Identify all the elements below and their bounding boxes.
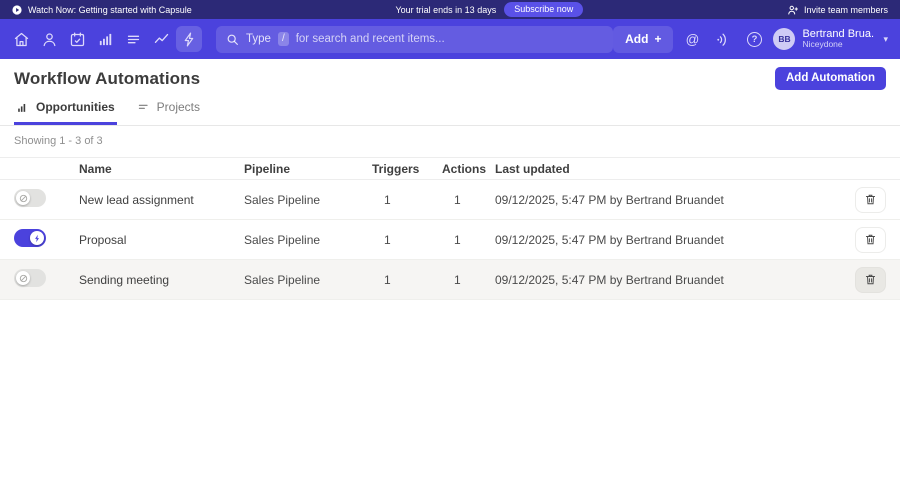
broadcast-icon <box>713 28 734 49</box>
quick-add-label: Add <box>625 32 648 46</box>
trial-banner: Watch Now: Getting started with Capsule … <box>0 0 900 19</box>
automation-name: Sending meeting <box>79 273 244 287</box>
delete-automation-button[interactable] <box>855 267 886 293</box>
automation-pipeline: Sales Pipeline <box>244 233 372 247</box>
nav-item-people[interactable] <box>36 26 62 52</box>
at-icon: @ <box>686 32 700 47</box>
automation-triggers: 1 <box>372 273 442 287</box>
automation-toggle[interactable] <box>14 229 46 247</box>
col-header-actions: Actions <box>442 162 495 176</box>
invite-team-button[interactable]: Invite team members <box>787 4 888 16</box>
slash-key-badge: / <box>278 32 289 46</box>
automation-name: New lead assignment <box>79 193 244 207</box>
automation-last-updated: 09/12/2025, 5:47 PM by Bertrand Bruandet <box>495 273 833 287</box>
trash-icon <box>864 193 877 206</box>
automation-name: Proposal <box>79 233 244 247</box>
plus-icon: + <box>654 32 661 46</box>
tab-label: Projects <box>157 100 200 114</box>
watch-now-label: Watch Now: Getting started with Capsule <box>28 5 192 15</box>
play-icon <box>12 5 22 15</box>
list-icon <box>137 101 150 114</box>
nav-item-sales-analytics[interactable] <box>92 26 118 52</box>
automation-last-updated: 09/12/2025, 5:47 PM by Bertrand Bruandet <box>495 233 833 247</box>
nav-item-calendar[interactable] <box>64 26 90 52</box>
automation-triggers: 1 <box>372 233 442 247</box>
calendar-check-icon <box>69 31 86 48</box>
automation-toggle[interactable] <box>14 189 46 207</box>
delete-automation-button[interactable] <box>855 227 886 253</box>
toggle-knob <box>16 191 30 205</box>
watch-now-link[interactable]: Watch Now: Getting started with Capsule <box>12 5 192 15</box>
search-input[interactable]: Type / for search and recent items... <box>216 26 613 53</box>
subscribe-now-button[interactable]: Subscribe now <box>504 2 583 17</box>
search-type-label: Type <box>246 33 271 45</box>
col-header-triggers: Triggers <box>372 162 442 176</box>
nav-item-opportunities[interactable] <box>148 26 174 52</box>
col-header-pipeline: Pipeline <box>244 162 372 176</box>
search-icon <box>226 33 239 46</box>
table-row[interactable]: Proposal Sales Pipeline 1 1 09/12/2025, … <box>0 220 900 260</box>
avatar: BB <box>773 28 795 50</box>
bar-chart-icon <box>16 101 29 114</box>
tab-label: Opportunities <box>36 100 115 114</box>
home-icon <box>13 31 30 48</box>
automation-actions: 1 <box>442 273 495 287</box>
col-header-name: Name <box>79 162 244 176</box>
col-header-last-updated: Last updated <box>495 162 833 176</box>
showing-count: Showing 1 - 3 of 3 <box>0 126 900 154</box>
app-window: Watch Now: Getting started with Capsule … <box>0 0 900 484</box>
lightning-icon <box>181 31 198 48</box>
nav-item-automations[interactable] <box>176 26 202 52</box>
table-row[interactable]: Sending meeting Sales Pipeline 1 1 09/12… <box>0 260 900 300</box>
table-header: Name Pipeline Triggers Actions Last upda… <box>0 157 900 180</box>
add-automation-button[interactable]: Add Automation <box>775 67 886 90</box>
nav-item-home[interactable] <box>8 26 34 52</box>
person-plus-icon <box>787 4 799 16</box>
bar-chart-icon <box>97 31 114 48</box>
disabled-icon <box>19 274 28 283</box>
toggle-knob <box>30 231 44 245</box>
automation-triggers: 1 <box>372 193 442 207</box>
quick-add-button[interactable]: Add + <box>613 26 673 53</box>
automation-actions: 1 <box>442 193 495 207</box>
nav-item-lists[interactable] <box>120 26 146 52</box>
user-org: Niceydone <box>802 40 874 50</box>
trash-icon <box>864 233 877 246</box>
automation-pipeline: Sales Pipeline <box>244 273 372 287</box>
trial-countdown-text: Your trial ends in 13 days <box>395 5 496 15</box>
automation-toggle[interactable] <box>14 269 46 287</box>
table-row[interactable]: New lead assignment Sales Pipeline 1 1 0… <box>0 180 900 220</box>
user-info: Bertrand Brua... Niceydone <box>802 28 874 50</box>
mentions-button[interactable]: @ <box>680 27 704 51</box>
page-title: Workflow Automations <box>14 69 200 89</box>
automation-pipeline: Sales Pipeline <box>244 193 372 207</box>
automation-actions: 1 <box>442 233 495 247</box>
tab-projects[interactable]: Projects <box>135 98 202 125</box>
page-header: Workflow Automations Add Automation <box>0 59 900 90</box>
person-icon <box>41 31 58 48</box>
toggle-knob <box>16 271 30 285</box>
help-button[interactable]: ? <box>742 27 766 51</box>
automation-last-updated: 09/12/2025, 5:47 PM by Bertrand Bruandet <box>495 193 833 207</box>
disabled-icon <box>19 194 28 203</box>
tab-bar: Opportunities Projects <box>0 90 900 126</box>
search-placeholder: for search and recent items... <box>296 33 445 45</box>
main-navbar: Type / for search and recent items... Ad… <box>0 19 900 59</box>
list-icon <box>125 31 142 48</box>
broadcast-button[interactable] <box>711 27 735 51</box>
nav-icon-group <box>8 26 202 52</box>
user-menu[interactable]: BB Bertrand Brua... Niceydone ▾ <box>773 28 892 50</box>
lightning-icon <box>33 234 42 243</box>
trending-up-icon <box>153 31 170 48</box>
delete-automation-button[interactable] <box>855 187 886 213</box>
trash-icon <box>864 273 877 286</box>
trial-status: Your trial ends in 13 days Subscribe now <box>395 2 583 17</box>
chevron-down-icon: ▾ <box>883 34 888 45</box>
tab-opportunities[interactable]: Opportunities <box>14 98 117 125</box>
empty-area <box>0 300 900 484</box>
invite-team-label: Invite team members <box>804 5 888 15</box>
question-icon: ? <box>747 32 762 47</box>
navbar-right-group: Add + @ ? BB Bertrand Brua... Niceydone … <box>613 26 892 53</box>
